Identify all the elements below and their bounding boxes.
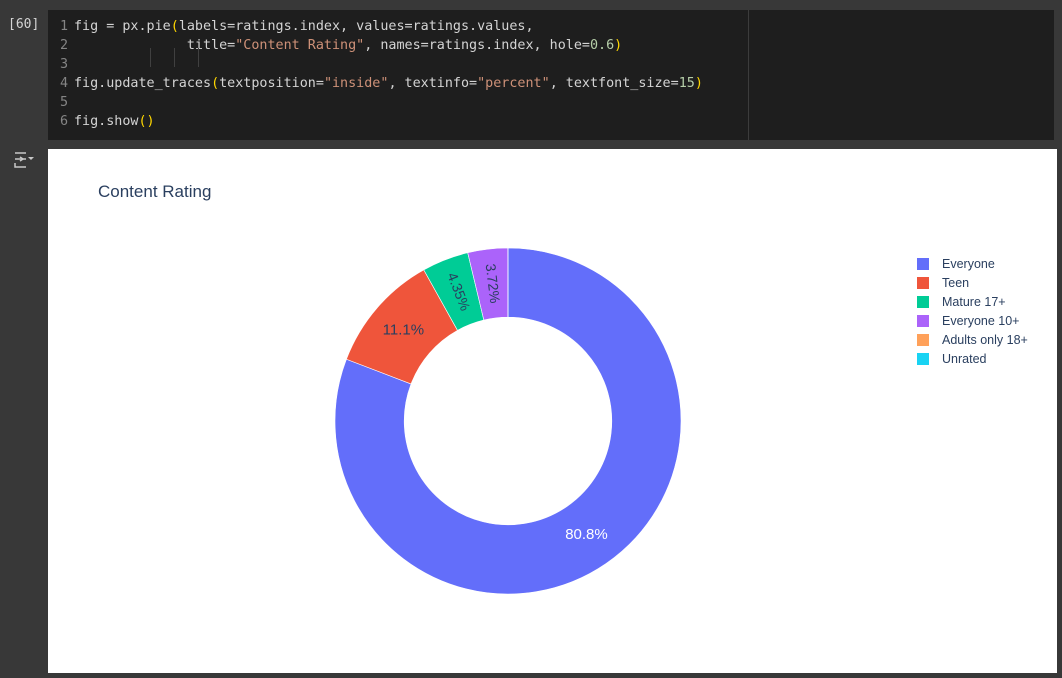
code-token: "percent" — [477, 76, 550, 91]
legend-swatch — [917, 352, 929, 365]
line-number: 1 — [59, 19, 68, 34]
output-area: Content Rating 80.8% 11.1% 4.35% 3.72% Ever… — [48, 149, 1057, 673]
code-editor[interactable]: 1 fig = px.pie(labels=ratings.index, valu… — [48, 10, 1054, 140]
legend-label: Everyone 10+ — [942, 313, 1020, 328]
line-number: 3 — [59, 57, 68, 72]
code-token: "Content Rating" — [235, 38, 365, 53]
code-line: 6 fig.show() — [48, 112, 155, 131]
legend-swatch — [917, 333, 929, 346]
slice-label: 11.1% — [383, 321, 424, 338]
legend-swatch — [917, 257, 929, 270]
legend-item[interactable]: Everyone — [917, 254, 1028, 273]
line-number: 2 — [59, 38, 68, 53]
line-number: 6 — [59, 114, 68, 129]
legend-item[interactable]: Mature 17+ — [917, 292, 1028, 311]
slice-label: 80.8% — [565, 526, 608, 543]
line-number: 5 — [59, 95, 68, 110]
execution-count: [60] — [8, 17, 40, 32]
output-toggle-icon[interactable] — [12, 148, 36, 170]
legend-label: Everyone — [942, 256, 995, 271]
code-token: 0.6 — [589, 38, 615, 53]
indent-guide — [198, 48, 199, 67]
chart-legend: Everyone Teen Mature 17+ Everyone 10+ Adults… — [917, 254, 1028, 368]
code-token: fig.show — [74, 114, 139, 129]
code-token: , names=ratings.index, hole= — [364, 38, 590, 53]
legend-item[interactable]: Adults only 18+ — [917, 330, 1028, 349]
code-token: ( — [170, 19, 179, 34]
code-token: () — [138, 114, 155, 129]
indent-guide — [150, 48, 151, 67]
legend-swatch — [917, 276, 929, 289]
donut-chart: 80.8%11.1%4.35% 3.72% — [334, 247, 682, 595]
legend-swatch — [917, 295, 929, 308]
code-token: , textinfo= — [388, 76, 478, 91]
code-token: textposition= — [219, 76, 324, 91]
line-number: 4 — [59, 76, 68, 91]
editor-ruler — [748, 10, 749, 140]
legend-label: Teen — [942, 275, 970, 290]
legend-label: Unrated — [942, 351, 987, 366]
code-token: ) — [614, 38, 623, 53]
indent-guide — [174, 48, 175, 67]
code-token: ) — [694, 76, 703, 91]
code-line: 2 title="Content Rating", names=ratings.… — [48, 36, 622, 55]
legend-swatch — [917, 314, 929, 327]
notebook-cell: [60] 1 fig = px.pie(labels=ratings.index,… — [0, 0, 1062, 678]
legend-item[interactable]: Everyone 10+ — [917, 311, 1028, 330]
code-line: 5 — [48, 93, 74, 112]
code-token: fig = px.pie — [74, 19, 171, 34]
legend-item[interactable]: Teen — [917, 273, 1028, 292]
code-token: fig.update_traces — [74, 76, 212, 91]
code-token: ( — [211, 76, 220, 91]
code-line: 4 fig.update_traces(textposition="inside"… — [48, 74, 703, 93]
code-token: "inside" — [323, 76, 389, 91]
code-token: 15 — [678, 76, 695, 91]
code-token: labels=ratings.index, values=ratings.val… — [178, 19, 534, 34]
code-line: 3 — [48, 55, 74, 74]
legend-label: Adults only 18+ — [942, 332, 1028, 347]
code-line: 1 fig = px.pie(labels=ratings.index, valu… — [48, 17, 534, 36]
legend-item[interactable]: Unrated — [917, 349, 1028, 368]
code-token: , textfont_size= — [549, 76, 679, 91]
legend-label: Mature 17+ — [942, 294, 1006, 309]
code-token: title= — [74, 38, 236, 53]
